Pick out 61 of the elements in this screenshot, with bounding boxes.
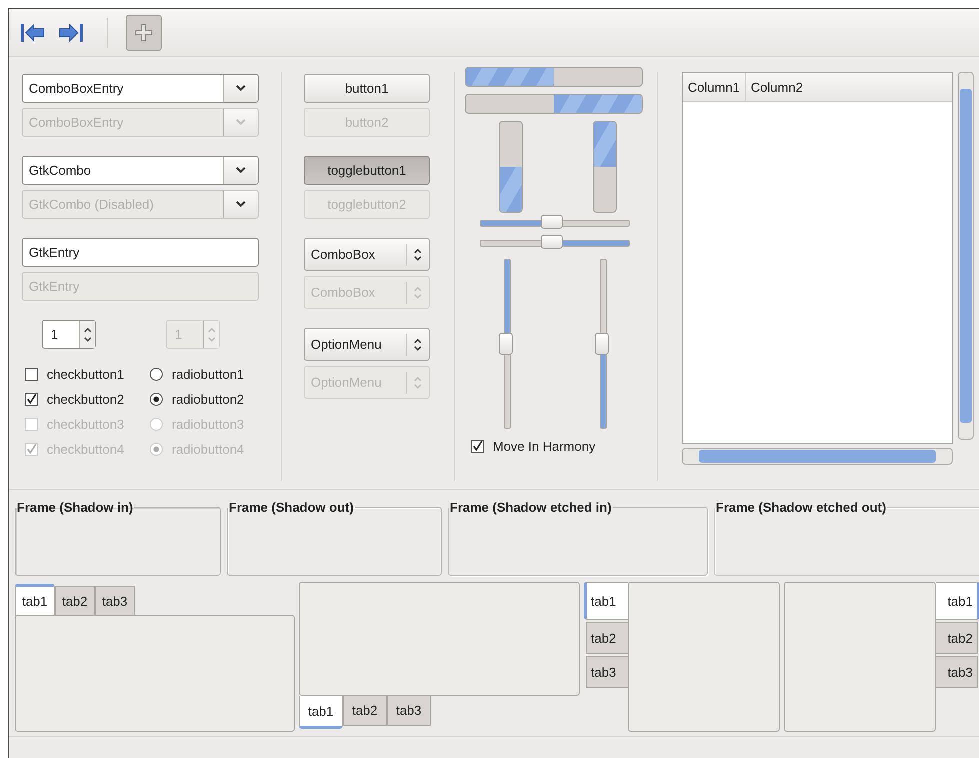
option-label: checkbutton4	[47, 442, 124, 457]
option-label: checkbutton3	[47, 417, 124, 432]
option-label: radiobutton2	[172, 392, 244, 407]
vertical-scrollbar[interactable]	[958, 72, 974, 440]
tab[interactable]: tab1	[936, 582, 979, 620]
radio-button[interactable]	[150, 393, 163, 406]
tab[interactable]: tab2	[936, 622, 978, 654]
frame-label: Frame (Shadow etched out)	[715, 500, 888, 515]
spin-arrows-icon	[206, 326, 216, 344]
chevron-down-icon	[236, 119, 246, 126]
right-arrow-bar-icon	[58, 22, 84, 44]
slider-thumb[interactable]	[498, 333, 512, 355]
option-label: checkbutton2	[47, 392, 124, 407]
tab[interactable]: tab2	[343, 696, 387, 726]
tab[interactable]: tab1	[584, 582, 628, 620]
updown-arrows-icon	[413, 376, 423, 390]
tab[interactable]: tab3	[586, 656, 628, 688]
option-label: radiobutton3	[172, 417, 244, 432]
checkbox[interactable]	[471, 440, 484, 453]
option-label: checkbutton1	[47, 367, 124, 382]
updown-arrows-icon	[413, 286, 423, 300]
combo-box[interactable]: OptionMenu	[304, 328, 430, 361]
tab[interactable]: tab1	[299, 696, 343, 729]
slider-thumb[interactable]	[541, 234, 564, 248]
horizontal-scrollbar[interactable]	[682, 448, 953, 465]
tab[interactable]: tab2	[586, 622, 628, 654]
chevron-down-icon	[236, 201, 246, 208]
frame-label: Frame (Shadow out)	[228, 500, 355, 515]
combo-entry[interactable]: GtkCombo	[22, 156, 259, 185]
updown-arrows-icon	[413, 248, 423, 262]
toggle-button[interactable]: togglebutton1	[304, 156, 430, 185]
slider-thumb[interactable]	[594, 333, 608, 355]
left-arrow-bar-icon	[20, 22, 46, 44]
slider-thumb[interactable]	[541, 214, 564, 228]
column-header[interactable]: Column2	[746, 73, 808, 101]
tab[interactable]: tab3	[936, 656, 978, 688]
spin-arrows-icon	[82, 326, 92, 344]
toolbar-button[interactable]	[126, 14, 162, 50]
combo-entry[interactable]: ComboBoxEntry	[22, 74, 259, 103]
tab[interactable]: tab1	[15, 584, 55, 616]
push-button[interactable]: button1	[304, 74, 430, 103]
radio-button[interactable]	[150, 368, 163, 381]
option-label: radiobutton1	[172, 367, 244, 382]
combo-box[interactable]: ComboBox	[304, 238, 430, 271]
text-entry[interactable]: GtkEntry	[22, 238, 259, 267]
frame-label: Frame (Shadow etched in)	[449, 500, 613, 515]
tab[interactable]: tab3	[95, 586, 135, 616]
plus-icon	[135, 24, 153, 42]
checkbox[interactable]	[25, 393, 38, 406]
column-header[interactable]: Column1	[683, 73, 746, 101]
chevron-down-icon	[236, 85, 246, 92]
updown-arrows-icon	[413, 338, 423, 352]
spin-button[interactable]: 1	[42, 320, 96, 349]
tree-view[interactable]: Column1 Column2	[682, 72, 953, 444]
option-label: radiobutton4	[172, 442, 244, 457]
chevron-down-icon	[236, 167, 246, 174]
tab[interactable]: tab2	[55, 586, 95, 616]
option-label: Move In Harmony	[493, 439, 596, 454]
checkbox[interactable]	[25, 368, 38, 381]
tab[interactable]: tab3	[387, 696, 431, 726]
frame-label: Frame (Shadow in)	[16, 500, 134, 515]
